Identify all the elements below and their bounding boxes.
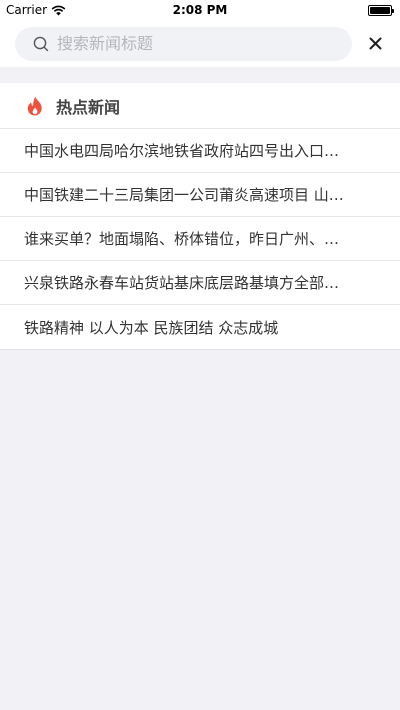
battery-icon [368, 4, 394, 16]
news-item-title: 兴泉铁路永春车站货站基床底层路基填方全部… [24, 274, 340, 292]
battery-level [370, 6, 390, 14]
news-item-title: 中国铁建二十三局集团一公司莆炎高速项目 山… [24, 186, 344, 204]
flame-icon [27, 96, 42, 115]
news-item[interactable]: 中国水电四局哈尔滨地铁省政府站四号出入口… [0, 129, 400, 173]
news-item[interactable]: 中国铁建二十三局集团一公司莆炎高速项目 山… [0, 173, 400, 217]
carrier-label: Carrier [6, 3, 48, 17]
news-list: 中国水电四局哈尔滨地铁省政府站四号出入口… 中国铁建二十三局集团一公司莆炎高速项… [0, 129, 400, 349]
hot-news-title: 热点新闻 [56, 97, 121, 117]
search-icon [33, 36, 49, 51]
status-bar-left: Carrier [6, 3, 66, 17]
status-bar: Carrier 2:08 PM [0, 0, 400, 20]
search-box[interactable] [15, 26, 352, 61]
close-icon [369, 37, 381, 50]
wifi-icon [51, 5, 66, 15]
close-button[interactable] [364, 33, 386, 55]
hot-news-header: 热点新闻 [0, 83, 400, 129]
news-item[interactable]: 铁路精神 以人为本 民族团结 众志成城 [0, 305, 400, 349]
search-input[interactable] [57, 34, 307, 53]
news-item-title: 铁路精神 以人为本 民族团结 众志成城 [24, 318, 279, 337]
news-item-title: 中国水电四局哈尔滨地铁省政府站四号出入口… [24, 142, 340, 160]
news-item-title: 谁来买单？地面塌陷、桥体错位，昨日广州、… [24, 230, 340, 248]
news-item[interactable]: 兴泉铁路永春车站货站基床底层路基填方全部… [0, 261, 400, 305]
hot-news-panel: 热点新闻 中国水电四局哈尔滨地铁省政府站四号出入口… 中国铁建二十三局集团一公司… [0, 83, 400, 350]
search-bar [0, 20, 400, 67]
news-item[interactable]: 谁来买单？地面塌陷、桥体错位，昨日广州、… [0, 217, 400, 261]
